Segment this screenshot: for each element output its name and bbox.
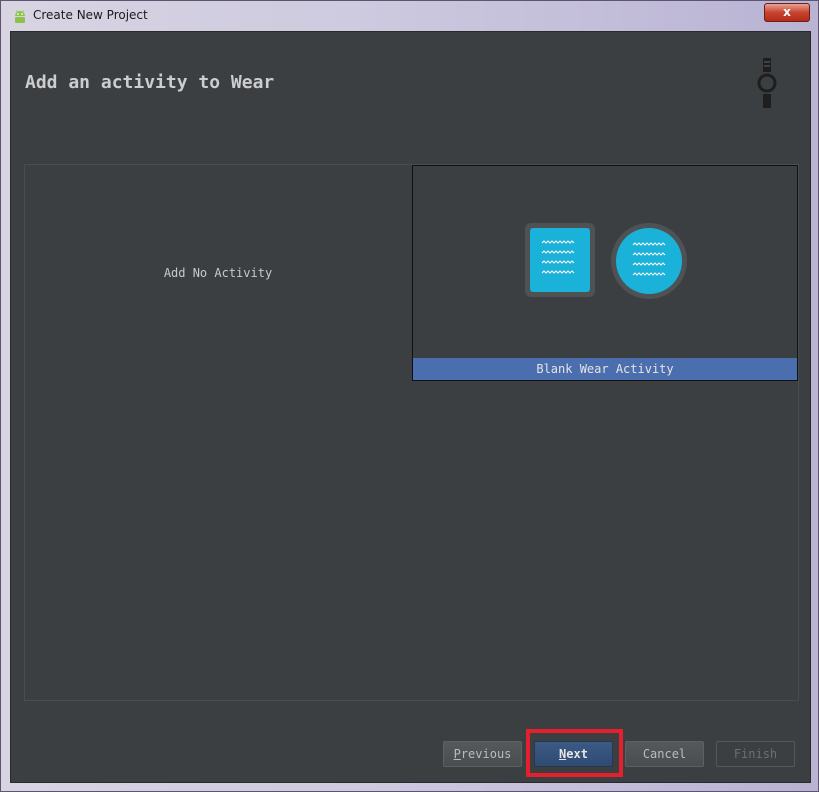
android-icon [15,10,25,23]
previous-button[interactable]: Previous [443,741,522,767]
wear-square-and-round-preview-icon [525,223,687,299]
wear-watch-icon [757,58,777,108]
window-title: Create New Project [33,8,148,22]
next-label: ext [566,747,588,761]
finish-button[interactable]: Finish [716,741,795,767]
page-title: Add an activity to Wear [25,72,275,93]
next-button[interactable]: Next [534,741,613,767]
wizard-panel: Add an activity to Wear Add No Activity [10,31,811,783]
dialog-window: Create New Project x Add an activity to … [0,0,819,792]
close-button[interactable]: x [764,3,810,22]
activity-tile-blank-wear-activity[interactable]: Blank Wear Activity [412,165,798,381]
previous-label: revious [460,747,512,761]
cancel-button[interactable]: Cancel [625,741,704,767]
activity-tile-label: Blank Wear Activity [413,358,797,380]
title-bar[interactable]: Create New Project x [1,1,819,31]
activity-tile-add-no-activity[interactable]: Add No Activity [25,165,411,381]
activity-gallery: Add No Activity Blank Wear Activity [24,164,799,701]
previous-mnemonic: P [453,747,461,761]
activity-tile-label: Add No Activity [163,266,273,280]
